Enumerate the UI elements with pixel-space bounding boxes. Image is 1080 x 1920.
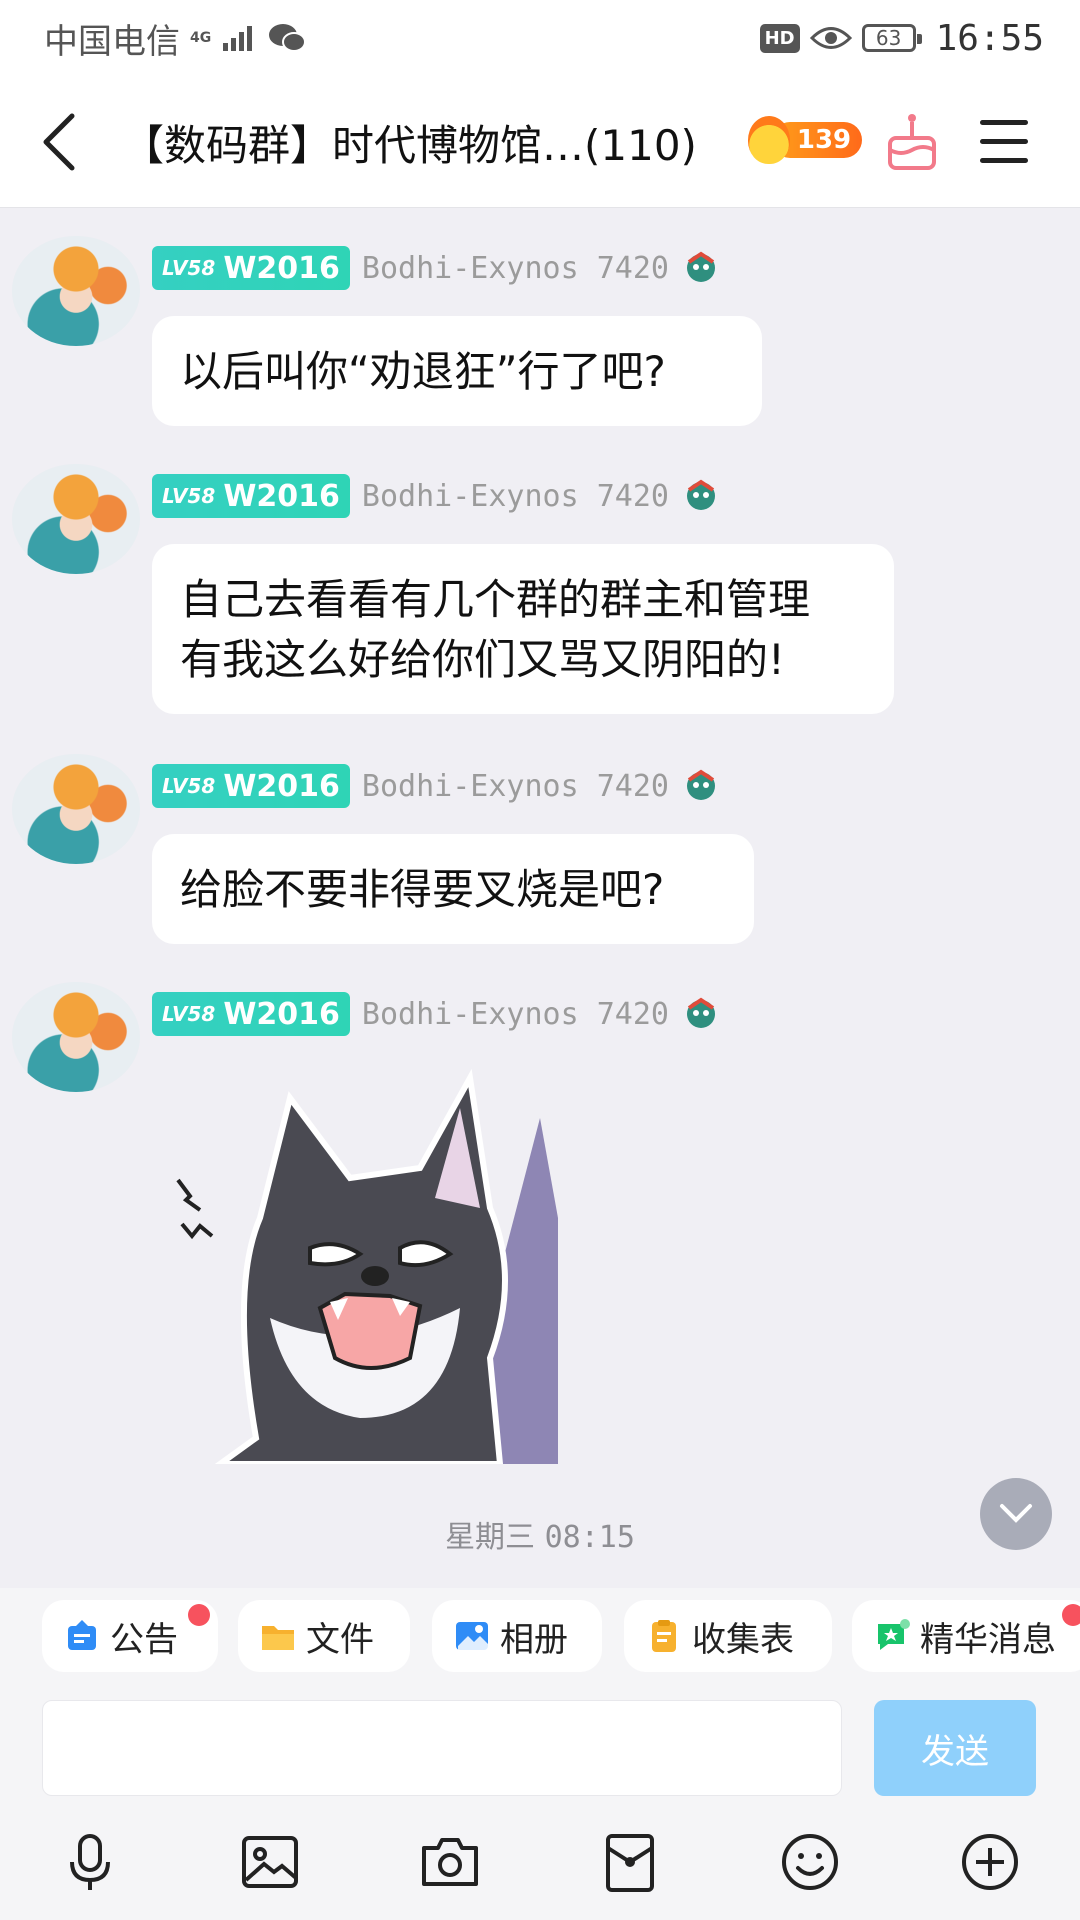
input-row: 发送	[0, 1684, 1080, 1800]
level-text: LV58	[162, 484, 216, 508]
dragon-icon	[686, 479, 715, 510]
message-text: 给脸不要非得要叉烧是吧?	[180, 865, 665, 914]
quick-action-form[interactable]: 收集表	[624, 1600, 832, 1672]
eye-icon	[809, 27, 852, 49]
battery-level: 63	[875, 26, 902, 50]
input-toolbar	[0, 1800, 1080, 1920]
avatar[interactable]	[12, 754, 140, 864]
level-text: LV58	[162, 1002, 216, 1026]
level-badge: LV58 W2016	[152, 764, 350, 808]
timestamp-day: 星期三	[445, 1520, 536, 1555]
level-text: LV58	[162, 774, 216, 798]
message-input[interactable]	[42, 1700, 842, 1796]
dragon-icon	[686, 997, 715, 1028]
message-text-line: 有我这么好给你们又骂又阴阳的!	[180, 635, 785, 684]
album-icon	[456, 1622, 488, 1650]
chat-header: 【数码群】时代博物馆…(110) 139	[0, 76, 1080, 208]
carrier-name: 中国电信	[44, 21, 180, 62]
quick-action-label: 文件	[306, 1619, 374, 1660]
quick-action-announcement[interactable]: 公告	[42, 1600, 218, 1672]
timestamp-time: 08:15	[544, 1520, 635, 1555]
red-packet-icon[interactable]	[598, 1830, 662, 1894]
battery-icon: 63	[861, 24, 922, 52]
sender-nickname[interactable]: Bodhi-Exynos 7420	[362, 769, 669, 804]
send-button[interactable]: 发送	[874, 1700, 1036, 1796]
avatar[interactable]	[12, 236, 140, 346]
network-type: 4G	[190, 29, 212, 46]
title-badge-text: W2016	[223, 250, 340, 286]
back-icon[interactable]	[36, 110, 80, 174]
chevron-down-icon	[1000, 1504, 1032, 1523]
message-bubble[interactable]: 以后叫你“劝退狂”行了吧?	[152, 316, 762, 426]
quick-action-label: 公告	[110, 1619, 178, 1660]
quick-action-label: 相册	[500, 1619, 568, 1660]
avatar[interactable]	[12, 464, 140, 574]
unread-dot	[188, 1604, 210, 1626]
title-badge-text: W2016	[223, 768, 340, 804]
sender-nickname[interactable]: Bodhi-Exynos 7420	[362, 997, 669, 1032]
announcement-icon	[68, 1620, 96, 1650]
title-badge-text: W2016	[223, 996, 340, 1032]
message-text-line: 自己去看看有几个群的群主和管理	[180, 575, 811, 624]
message-text: 以后叫你“劝退狂”行了吧?	[180, 347, 666, 396]
form-icon	[652, 1620, 676, 1652]
fire-icon	[748, 116, 790, 164]
quick-action-bar: 公告 文件 相册 收集表 精华消息	[0, 1588, 1080, 1684]
dragon-icon	[686, 251, 715, 282]
sender-nickname[interactable]: Bodhi-Exynos 7420	[362, 251, 669, 286]
quick-action-album[interactable]: 相册	[432, 1600, 602, 1672]
group-title[interactable]: 【数码群】时代博物馆…(110)	[122, 112, 697, 173]
fire-count: 139	[796, 125, 852, 155]
group-fire-badge[interactable]: 139	[744, 108, 866, 174]
dragon-icon	[686, 769, 715, 800]
camera-icon[interactable]	[418, 1830, 482, 1894]
folder-icon	[262, 1626, 294, 1650]
angry-wolf-sticker[interactable]	[160, 1058, 560, 1464]
quick-action-essence[interactable]: 精华消息	[852, 1600, 1080, 1672]
emoji-icon[interactable]	[778, 1830, 842, 1894]
menu-icon[interactable]	[980, 120, 1028, 164]
image-icon[interactable]	[238, 1830, 302, 1894]
sender-nickname[interactable]: Bodhi-Exynos 7420	[362, 479, 669, 514]
wechat-icon	[269, 24, 307, 52]
message-timestamp: 星期三 08:15	[0, 1512, 1080, 1556]
quick-action-files[interactable]: 文件	[238, 1600, 410, 1672]
hd-icon: HD	[759, 23, 800, 53]
level-badge: LV58 W2016	[152, 246, 350, 290]
title-badge-text: W2016	[223, 478, 340, 514]
plus-icon[interactable]	[958, 1830, 1022, 1894]
avatar[interactable]	[12, 982, 140, 1092]
cake-icon[interactable]	[884, 112, 940, 172]
mic-icon[interactable]	[58, 1830, 122, 1894]
signal-icon	[223, 26, 253, 51]
scroll-to-bottom-button[interactable]	[980, 1478, 1052, 1550]
level-text: LV58	[162, 256, 216, 280]
clock: 16:55	[935, 17, 1044, 59]
quick-action-label: 精华消息	[920, 1619, 1056, 1660]
unread-dot	[1062, 1604, 1080, 1626]
message-bubble[interactable]: 给脸不要非得要叉烧是吧?	[152, 834, 754, 944]
level-badge: LV58 W2016	[152, 992, 350, 1036]
message-bubble[interactable]: 自己去看看有几个群的群主和管理 有我这么好给你们又骂又阴阳的!	[152, 544, 894, 714]
status-bar: 中国电信 4G HD 63 16:55	[0, 0, 1080, 76]
level-badge: LV58 W2016	[152, 474, 350, 518]
essence-icon	[878, 1619, 910, 1650]
quick-action-label: 收集表	[692, 1619, 794, 1660]
